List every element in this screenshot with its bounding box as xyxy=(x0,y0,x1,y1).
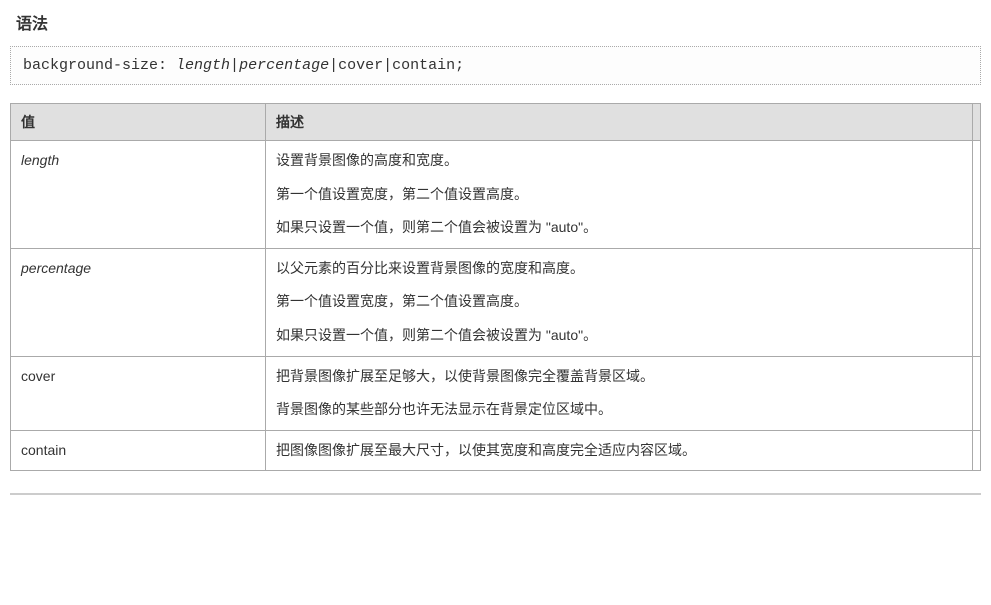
code-sep1: | xyxy=(230,57,239,74)
table-row: percentage以父元素的百分比来设置背景图像的宽度和高度。第一个值设置宽度… xyxy=(11,248,981,356)
code-prefix: background-size: xyxy=(23,57,176,74)
description-line: 把图像图像扩展至最大尺寸，以使其宽度和高度完全适应内容区域。 xyxy=(276,441,962,461)
description-cell: 把图像图像扩展至最大尺寸，以使其宽度和高度完全适应内容区域。 xyxy=(266,430,973,471)
header-extra xyxy=(973,104,981,141)
value-cell: cover xyxy=(11,356,266,430)
header-description: 描述 xyxy=(266,104,973,141)
description-line: 如果只设置一个值，则第二个值会被设置为 "auto"。 xyxy=(276,326,962,346)
description-line: 第一个值设置宽度，第二个值设置高度。 xyxy=(276,185,962,205)
description-cell: 以父元素的百分比来设置背景图像的宽度和高度。第一个值设置宽度，第二个值设置高度。… xyxy=(266,248,973,356)
description-cell: 把背景图像扩展至足够大，以使背景图像完全覆盖背景区域。背景图像的某些部分也许无法… xyxy=(266,356,973,430)
table-row: contain 把图像图像扩展至最大尺寸，以使其宽度和高度完全适应内容区域。 xyxy=(11,430,981,471)
description-cell: 设置背景图像的高度和宽度。第一个值设置宽度，第二个值设置高度。如果只设置一个值，… xyxy=(266,141,973,249)
table-header-row: 值 描述 xyxy=(11,104,981,141)
extra-cell xyxy=(973,141,981,249)
value-cell: contain xyxy=(11,430,266,471)
code-italic-length: length xyxy=(176,57,230,74)
description-line: 以父元素的百分比来设置背景图像的宽度和高度。 xyxy=(276,259,962,279)
bottom-divider xyxy=(10,493,981,495)
table-body: length设置背景图像的高度和宽度。第一个值设置宽度，第二个值设置高度。如果只… xyxy=(11,141,981,471)
description-line: 背景图像的某些部分也许无法显示在背景定位区域中。 xyxy=(276,400,962,420)
value-cell: percentage xyxy=(11,248,266,356)
description-line: 设置背景图像的高度和宽度。 xyxy=(276,151,962,171)
header-value: 值 xyxy=(11,104,266,141)
extra-cell xyxy=(973,356,981,430)
extra-cell xyxy=(973,248,981,356)
table-row: length设置背景图像的高度和宽度。第一个值设置宽度，第二个值设置高度。如果只… xyxy=(11,141,981,249)
values-table: 值 描述 length设置背景图像的高度和宽度。第一个值设置宽度，第二个值设置高… xyxy=(10,103,981,471)
value-cell: length xyxy=(11,141,266,249)
code-italic-percentage: percentage xyxy=(239,57,329,74)
code-rest: |cover|contain; xyxy=(329,57,464,74)
description-line: 第一个值设置宽度，第二个值设置高度。 xyxy=(276,292,962,312)
section-heading: 语法 xyxy=(10,10,981,34)
table-row: cover把背景图像扩展至足够大，以使背景图像完全覆盖背景区域。背景图像的某些部… xyxy=(11,356,981,430)
description-line: 如果只设置一个值，则第二个值会被设置为 "auto"。 xyxy=(276,218,962,238)
extra-cell xyxy=(973,430,981,471)
description-line: 把背景图像扩展至足够大，以使背景图像完全覆盖背景区域。 xyxy=(276,367,962,387)
syntax-code-box: background-size: length|percentage|cover… xyxy=(10,46,981,85)
